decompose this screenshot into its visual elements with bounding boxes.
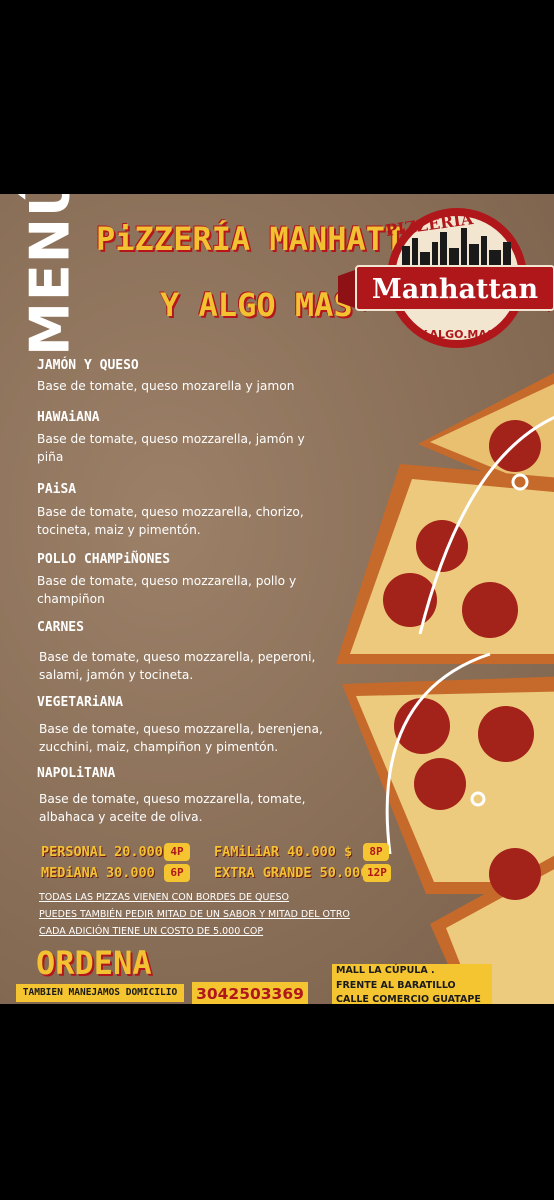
item-name-paisa: PAiSA [37, 482, 77, 497]
item-name-napolitana: NAPOLiTANA [37, 766, 116, 781]
note-bordes: TODAS LAS PIZZAS VIENEN CON BORDES DE QU… [39, 892, 289, 903]
phone-number[interactable]: 3042503369 [192, 982, 308, 1004]
address-box: MALL LA CÚPULA . FRENTE AL BARATILLO CAL… [332, 964, 492, 1004]
badge-mediana: 6P [164, 864, 190, 882]
item-desc-jamon-queso: Base de tomate, queso mozarella y jamon [37, 379, 295, 393]
price-familiar: FAMiLiAR 40.000 $ [214, 844, 353, 860]
item-desc-napolitana: Base de tomate, queso mozzarella, tomate… [39, 792, 306, 824]
ordena-heading: ORDENA [36, 944, 152, 982]
badge-personal: 4P [164, 843, 190, 861]
item-desc-carnes: Base de tomate, queso mozzarella, pepero… [39, 650, 316, 682]
price-extra-grande: EXTRA GRANDE 50.000 $ [214, 865, 385, 881]
domicilio-banner: TAMBIEN MANEJAMOS DOMICILIO [16, 984, 184, 1002]
menu-poster: MENÚ PiZZERÍA MANHATTAN Y ALGO MAS PIZZE… [0, 194, 554, 1004]
item-name-carnes: CARNES [37, 620, 84, 635]
item-name-jamon-queso: JAMÓN Y QUESO [37, 358, 139, 373]
price-mediana: MEDiANA 30.000 $ [41, 865, 172, 881]
item-desc-hawaiana: Base de tomate, queso mozzarella, jamón … [37, 432, 305, 464]
title-line2: Y ALGO MAS [160, 286, 353, 324]
address-line-2: FRENTE AL BARATILLO [336, 979, 456, 991]
note-mitad: PUEDES TAMBIÉN PEDIR MITAD DE UN SABOR Y… [39, 909, 350, 920]
address-line-1: MALL LA CÚPULA . [336, 965, 435, 976]
item-name-vegetariana: VEGETARiANA [37, 695, 124, 710]
item-desc-paisa: Base de tomate, queso mozzarella, choriz… [37, 505, 304, 537]
menu-vertical-title: MENÚ [18, 194, 82, 356]
address-line-3: CALLE COMERCIO GUATAPE [336, 994, 481, 1004]
item-desc-vegetariana: Base de tomate, queso mozzarella, berenj… [39, 722, 323, 754]
pizzeria-manhattan-logo: PIZZERÍA Manhattan Y.ALGO.MAS [338, 208, 554, 348]
price-personal: PERSONAL 20.000 $ [41, 844, 180, 860]
item-name-pollo-champinones: POLLO CHAMPiÑONES [37, 552, 171, 567]
badge-familiar: 8P [363, 843, 389, 861]
item-desc-pollo-champinones: Base de tomate, queso mozzarella, pollo … [37, 574, 297, 606]
note-adicion: CADA ADICIÓN TIENE UN COSTO DE 5.000 COP [39, 926, 264, 937]
pizza-image [336, 372, 554, 1004]
badge-extra-grande: 12P [363, 864, 391, 882]
logo-name: Manhattan [372, 274, 539, 305]
item-name-hawaiana: HAWAiANA [37, 410, 100, 425]
